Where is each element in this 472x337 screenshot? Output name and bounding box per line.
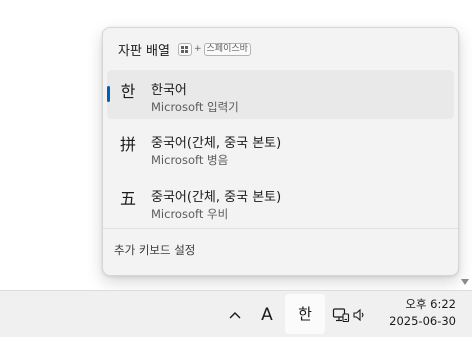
more-keyboard-settings-link[interactable]: 추가 키보드 설정 xyxy=(114,242,195,258)
pinyin-ime-icon: 拼 xyxy=(119,135,136,154)
clock-time: 오후 6:22 xyxy=(405,297,456,311)
wubi-ime-icon: 五 xyxy=(119,189,136,208)
input-mode-indicator[interactable]: A xyxy=(254,302,280,328)
flyout-header: 자판 배열 + 스페이스바 xyxy=(118,39,251,59)
flyout-title: 자판 배열 xyxy=(118,43,170,59)
show-hidden-icons-chevron-icon[interactable] xyxy=(224,302,246,328)
ime-flyout: 자판 배열 + 스페이스바 한 한국어 Microsoft 입력기 拼 중국어(… xyxy=(102,27,459,276)
korean-ime-icon: 한 xyxy=(120,82,136,101)
layout-item-name: 중국어(간체, 중국 본토) xyxy=(151,136,282,151)
shortcut-plus: + xyxy=(193,44,202,54)
spacebar-key: 스페이스바 xyxy=(203,42,251,56)
scroll-down-arrow-icon[interactable] xyxy=(461,279,469,285)
layout-item-chinese-pinyin[interactable]: 拼 중국어(간체, 중국 본토) Microsoft 병음 xyxy=(107,123,454,172)
taskbar-clock[interactable]: 오후 6:22 2025-06-30 xyxy=(389,296,456,330)
layout-item-name: 중국어(간체, 중국 본토) xyxy=(151,190,282,205)
flyout-divider xyxy=(103,228,458,229)
clock-date: 2025-06-30 xyxy=(389,314,456,328)
network-icon xyxy=(332,307,350,323)
system-tray-icons[interactable] xyxy=(332,301,368,329)
layout-item-chinese-wubi[interactable]: 五 중국어(간체, 중국 본토) Microsoft 우비 xyxy=(107,177,454,226)
shortcut-hint: + 스페이스바 xyxy=(177,42,251,56)
ime-language-button[interactable]: 한 xyxy=(285,294,325,334)
layout-item-sub: Microsoft 우비 xyxy=(151,207,229,221)
layout-item-name: 한국어 xyxy=(151,83,187,98)
taskbar: A 한 오후 6:22 2025-06-30 xyxy=(0,290,472,337)
layout-item-sub: Microsoft 입력기 xyxy=(151,100,239,114)
layout-item-sub: Microsoft 병음 xyxy=(151,153,229,167)
volume-icon xyxy=(352,307,368,323)
layout-item-korean[interactable]: 한 한국어 Microsoft 입력기 xyxy=(107,70,454,119)
windows-key-icon xyxy=(177,42,192,56)
